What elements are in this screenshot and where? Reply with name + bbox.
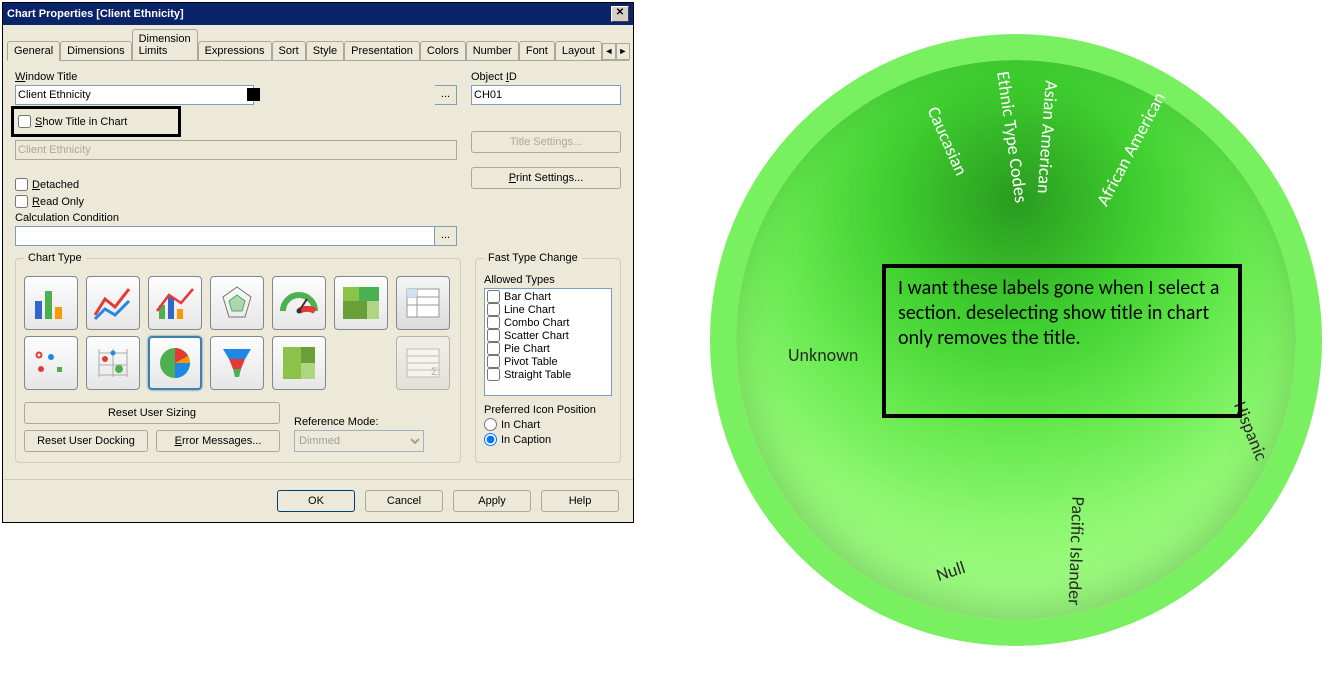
chart-type-bar[interactable] <box>24 276 78 330</box>
chart-type-radar[interactable] <box>210 276 264 330</box>
pref-icon-pos-label: Preferred Icon Position <box>484 404 612 416</box>
allowed-pivot-checkbox[interactable] <box>487 355 500 368</box>
list-item: Line Chart <box>504 304 555 316</box>
show-title-label: Show Title in Chart <box>35 116 127 128</box>
tab-strip: General Dimensions Dimension Limits Expr… <box>7 29 629 61</box>
list-item: Bar Chart <box>504 291 551 303</box>
calc-cond-label: Calculation Condition <box>15 212 457 224</box>
reset-user-sizing-button[interactable]: Reset User Sizing <box>24 402 280 424</box>
in-chart-label: In Chart <box>501 419 540 431</box>
annotation-highlight-show-title: Show Title in Chart <box>11 106 181 137</box>
fast-type-change-legend: Fast Type Change <box>484 252 582 264</box>
calc-cond-input[interactable] <box>15 226 435 246</box>
list-item: Pie Chart <box>504 343 550 355</box>
tab-dimensions[interactable]: Dimensions <box>60 41 131 60</box>
tab-scroll-left-icon[interactable]: ◄ <box>602 43 616 60</box>
title-settings-button: Title Settings... <box>471 131 621 153</box>
in-caption-label: In Caption <box>501 434 551 446</box>
in-chart-radio[interactable] <box>484 418 497 431</box>
tab-sort[interactable]: Sort <box>272 41 306 60</box>
pie-label-pacific-islander: Pacific Islander <box>1064 496 1090 606</box>
chart-type-line[interactable] <box>86 276 140 330</box>
reset-user-docking-button[interactable]: Reset User Docking <box>24 430 148 452</box>
tab-font[interactable]: Font <box>519 41 555 60</box>
allowed-straight-checkbox[interactable] <box>487 368 500 381</box>
dialog-title-bar: Chart Properties [Client Ethnicity] ✕ <box>3 3 633 25</box>
tab-colors[interactable]: Colors <box>420 41 466 60</box>
detached-label: Detached <box>32 179 79 191</box>
apply-button[interactable]: Apply <box>453 490 531 512</box>
tab-presentation[interactable]: Presentation <box>344 41 420 60</box>
help-button[interactable]: Help <box>541 490 619 512</box>
tab-expressions[interactable]: Expressions <box>198 41 272 60</box>
list-item: Pivot Table <box>504 356 558 368</box>
chart-type-grid[interactable] <box>86 336 140 390</box>
dialog-title: Chart Properties [Client Ethnicity] <box>7 8 184 20</box>
readonly-checkbox[interactable] <box>15 195 28 208</box>
object-id-input[interactable] <box>471 85 621 105</box>
chart-type-pivot[interactable] <box>396 276 450 330</box>
tab-number[interactable]: Number <box>466 41 519 60</box>
allowed-pie-checkbox[interactable] <box>487 342 500 355</box>
allowed-combo-checkbox[interactable] <box>487 316 500 329</box>
dialog-button-row: OK Cancel Apply Help <box>3 479 633 522</box>
close-icon[interactable]: ✕ <box>611 6 629 22</box>
list-item: Combo Chart <box>504 317 569 329</box>
reference-mode-select: Dimmed <box>294 430 424 452</box>
list-item: Straight Table <box>504 369 571 381</box>
tab-general[interactable]: General <box>7 41 60 61</box>
allowed-scatter-checkbox[interactable] <box>487 329 500 342</box>
dialog-body: Window Title ... Show Title in Chart Det… <box>3 61 633 479</box>
tab-dimension-limits[interactable]: Dimension Limits <box>132 29 198 60</box>
chart-properties-dialog: Chart Properties [Client Ethnicity] ✕ Ge… <box>2 2 634 523</box>
chart-type-straight-table[interactable]: Σ <box>396 336 450 390</box>
chart-type-grid: Σ <box>24 272 452 394</box>
ok-button[interactable]: OK <box>277 490 355 512</box>
chart-type-pie[interactable] <box>148 336 202 390</box>
reference-mode-label: Reference Mode: <box>294 416 424 428</box>
svg-text:Σ: Σ <box>431 366 438 378</box>
tab-scroll-right-icon[interactable]: ► <box>616 43 630 60</box>
window-title-label: Window Title <box>15 71 457 83</box>
tab-style[interactable]: Style <box>306 41 344 60</box>
title-in-chart-input <box>15 140 457 160</box>
error-messages-button[interactable]: Error Messages... <box>156 430 280 452</box>
calc-cond-expression-button[interactable]: ... <box>435 226 457 246</box>
print-settings-button[interactable]: Print Settings... <box>471 167 621 189</box>
pie-chart-preview: Caucasian Ethnic Type Codes Asian Americ… <box>716 20 1316 660</box>
tab-layout[interactable]: Layout <box>555 41 602 60</box>
list-item: Scatter Chart <box>504 330 569 342</box>
user-annotation-text: I want these labels gone when I select a… <box>898 276 1220 350</box>
chart-type-legend: Chart Type <box>24 252 86 264</box>
chart-type-gauge[interactable] <box>272 276 326 330</box>
cancel-button[interactable]: Cancel <box>365 490 443 512</box>
in-caption-radio[interactable] <box>484 433 497 446</box>
chart-type-combo[interactable] <box>148 276 202 330</box>
allowed-types-listbox[interactable]: Bar Chart Line Chart Combo Chart Scatter… <box>484 288 612 396</box>
readonly-label: Read Only <box>32 196 84 208</box>
window-title-expression-button[interactable]: ... <box>435 85 457 105</box>
chart-type-mekko[interactable] <box>334 276 388 330</box>
chart-type-funnel[interactable] <box>210 336 264 390</box>
allowed-line-checkbox[interactable] <box>487 303 500 316</box>
object-id-label: Object ID <box>471 71 621 83</box>
show-title-checkbox[interactable] <box>18 115 31 128</box>
window-title-input[interactable] <box>15 85 254 105</box>
allowed-types-label: Allowed Types <box>484 274 612 286</box>
user-annotation-box: I want these labels gone when I select a… <box>882 264 1242 418</box>
chart-type-block[interactable] <box>272 336 326 390</box>
allowed-bar-checkbox[interactable] <box>487 290 500 303</box>
detached-checkbox[interactable] <box>15 178 28 191</box>
window-title-toggle-icon[interactable] <box>247 88 260 101</box>
chart-type-scatter[interactable] <box>24 336 78 390</box>
pie-label-unknown: Unknown <box>788 344 858 366</box>
